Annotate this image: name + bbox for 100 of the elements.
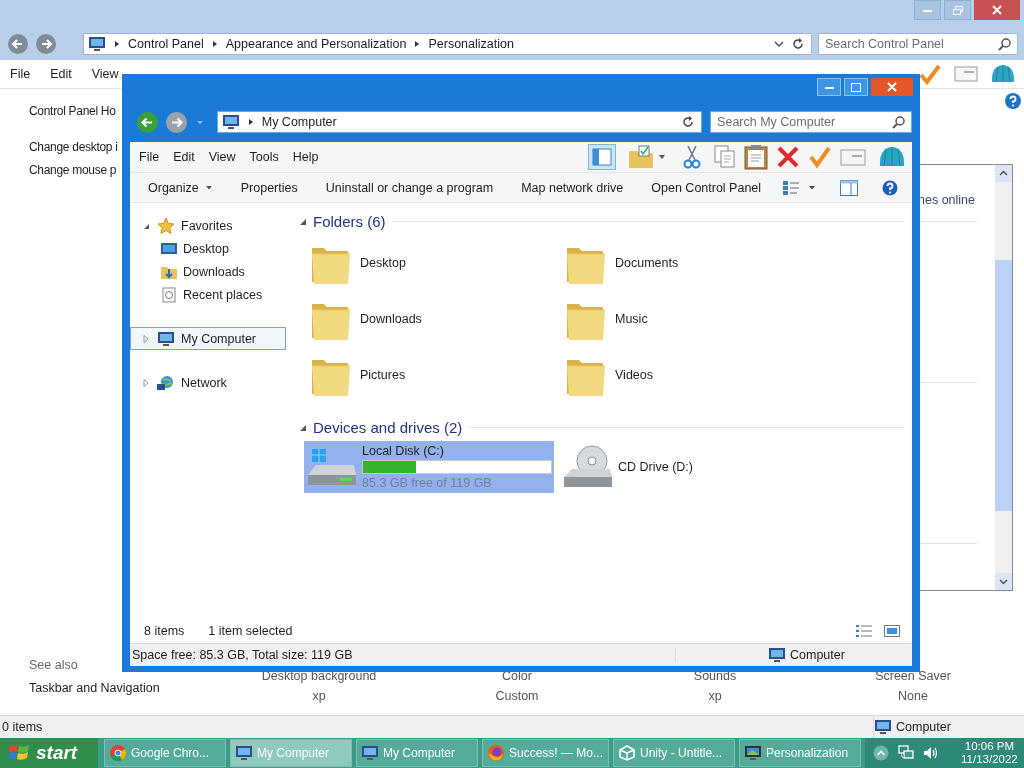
caret-icon[interactable] <box>658 153 666 161</box>
menu-item[interactable]: Tools <box>249 150 279 164</box>
delete-icon[interactable] <box>776 145 800 169</box>
view-options-icon[interactable] <box>782 179 800 196</box>
folder-item[interactable]: Documents <box>565 235 820 291</box>
nav-item[interactable]: Recent places <box>130 283 286 306</box>
preview-pane-icon[interactable] <box>840 179 858 196</box>
help-icon[interactable] <box>882 179 898 196</box>
folder-item[interactable]: Music <box>565 291 820 347</box>
clock-time[interactable]: 10:06 PM <box>964 740 1014 753</box>
toolbar-button[interactable]: Uninstall or change a program <box>315 176 504 199</box>
folder-item[interactable]: Downloads <box>310 291 565 347</box>
toolbar-button[interactable]: Organize <box>138 176 223 199</box>
network-icon[interactable] <box>897 745 916 761</box>
close-icon <box>992 5 1002 15</box>
volume-icon[interactable] <box>923 745 940 761</box>
drive-item[interactable]: CD Drive (D:) <box>560 441 810 493</box>
address-bar[interactable]: Control Panel Appearance and Personalization Personalization <box>83 33 812 55</box>
breadcrumb[interactable]: Control Panel <box>128 37 204 51</box>
computer-icon <box>874 719 892 735</box>
selection-count: 1 item selected <box>208 624 293 638</box>
breadcrumb[interactable]: My Computer <box>261 115 337 129</box>
restore-button[interactable] <box>944 0 971 20</box>
theme-setting-label[interactable]: Sounds <box>693 669 737 683</box>
item-count: 8 items <box>144 624 185 638</box>
network-icon <box>157 374 175 391</box>
breadcrumb[interactable]: Personalization <box>428 37 514 51</box>
see-also-link[interactable]: Taskbar and Navigation <box>29 681 160 695</box>
back-icon[interactable] <box>8 34 28 54</box>
minimize-button[interactable] <box>914 0 941 20</box>
sidebar-link[interactable]: Control Panel Ho <box>29 104 116 118</box>
close-button[interactable] <box>871 78 913 96</box>
nav-item[interactable]: Desktop <box>130 237 286 260</box>
close-button[interactable] <box>974 0 1020 20</box>
address-bar[interactable]: My Computer <box>216 111 703 133</box>
search-field[interactable]: Search Control Panel <box>818 33 1018 55</box>
drive-item[interactable]: Local Disk (C:) 85.3 GB free of 119 GB <box>304 441 554 493</box>
details-view-icon[interactable] <box>856 625 872 637</box>
breadcrumb[interactable]: Appearance and Personalization <box>225 37 407 51</box>
menu-item[interactable]: Help <box>292 150 319 164</box>
scroll-up-icon[interactable] <box>995 165 1012 182</box>
forward-icon[interactable] <box>165 111 187 133</box>
search-field[interactable]: Search My Computer <box>710 111 912 133</box>
tiles-view-icon[interactable] <box>884 625 900 637</box>
folder-item[interactable]: Pictures <box>310 347 565 403</box>
menu-item[interactable]: View <box>91 67 119 81</box>
folder-item[interactable]: Videos <box>565 347 820 403</box>
clipboard-icon[interactable] <box>744 144 768 170</box>
theme-setting-label[interactable]: Desktop background <box>261 669 377 683</box>
clock-date[interactable]: 11/13/2022 <box>961 753 1018 766</box>
caret-icon[interactable] <box>808 183 816 192</box>
sidebar-link[interactable]: Change mouse p <box>29 163 117 177</box>
help-icon[interactable] <box>1005 93 1021 109</box>
group-heading: Devices and drives (2) <box>313 419 463 436</box>
menu-item[interactable]: File <box>139 150 160 164</box>
disk-space-label: Space free: 85.3 GB, Total size: 119 GB <box>130 648 676 662</box>
scrollbar[interactable] <box>995 165 1012 590</box>
location-label: Computer <box>790 648 845 662</box>
menu-item[interactable]: File <box>10 67 31 81</box>
search-icon <box>998 37 1012 51</box>
collapse-arrow-icon[interactable] <box>298 217 307 226</box>
theme-setting-label[interactable]: Screen Saver <box>875 669 951 683</box>
copy-icon[interactable] <box>714 145 736 169</box>
toolbar-button[interactable]: Map network drive <box>511 176 634 199</box>
refresh-icon[interactable] <box>791 37 805 51</box>
desktop-icon <box>161 241 177 256</box>
firefox-icon <box>488 745 504 761</box>
caret-icon[interactable] <box>773 39 785 49</box>
computer-icon <box>362 745 378 761</box>
toolbar-button[interactable]: Open Control Panel <box>641 176 772 199</box>
forward-icon[interactable] <box>36 34 56 54</box>
nav-item[interactable]: Network <box>130 371 286 394</box>
nav-item[interactable]: Favorites <box>130 214 286 237</box>
minimize-icon <box>923 8 932 12</box>
checkmark-icon[interactable] <box>918 63 942 85</box>
folder-check-icon[interactable] <box>628 145 654 169</box>
show-hidden-icons-icon[interactable] <box>873 745 890 761</box>
back-icon[interactable] <box>137 111 158 133</box>
cube-icon <box>619 745 636 761</box>
scroll-down-icon[interactable] <box>995 573 1012 590</box>
collapse-arrow-icon[interactable] <box>298 423 307 432</box>
card-icon[interactable] <box>840 147 866 167</box>
sidebar-link[interactable]: Change desktop i <box>29 140 118 154</box>
layout-icon[interactable] <box>588 144 616 170</box>
toolbar-button[interactable]: Properties <box>230 176 308 199</box>
maximize-button[interactable] <box>844 78 868 96</box>
scissors-icon[interactable] <box>682 145 702 169</box>
minimize-button[interactable] <box>817 78 841 96</box>
menu-item[interactable]: Edit <box>173 150 195 164</box>
windows-logo-icon <box>8 743 30 763</box>
checkmark-icon[interactable] <box>808 145 832 169</box>
refresh-icon[interactable] <box>681 115 696 129</box>
nav-item[interactable]: My Computer <box>130 327 286 350</box>
menu-item[interactable]: Edit <box>50 67 72 81</box>
start-button[interactable]: start <box>0 738 98 768</box>
monitor-icon <box>745 745 762 761</box>
menu-item[interactable]: View <box>208 150 236 164</box>
folder-item[interactable]: Desktop <box>310 235 565 291</box>
card-icon[interactable] <box>954 65 978 83</box>
nav-item[interactable]: Downloads <box>130 260 286 283</box>
